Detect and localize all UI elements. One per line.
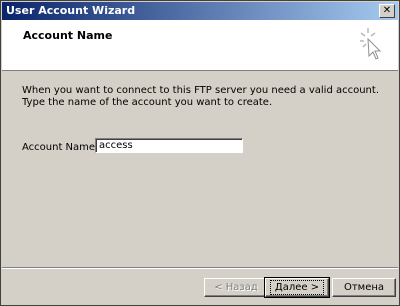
back-button[interactable]: < Назад xyxy=(204,278,268,297)
wizard-sparkle-icon xyxy=(360,28,382,60)
title-bar[interactable]: User Account Wizard ✕ xyxy=(2,2,398,20)
wizard-header: Account Name xyxy=(2,20,398,71)
instructions-text: When you want to connect to this FTP ser… xyxy=(22,85,382,109)
account-name-label: Account Name: xyxy=(22,142,99,153)
instruction-line-2: Type the name of the account you want to… xyxy=(22,97,273,108)
back-button-label: < Назад xyxy=(214,282,258,293)
instruction-line-1: When you want to connect to this FTP ser… xyxy=(22,85,379,96)
account-name-input[interactable]: access xyxy=(95,138,243,153)
cancel-button[interactable]: Отмена xyxy=(332,278,396,297)
page-title: Account Name xyxy=(23,29,113,42)
footer-divider xyxy=(2,267,398,269)
cancel-button-label: Отмена xyxy=(343,282,385,293)
next-button[interactable]: Далее > xyxy=(264,277,330,298)
close-icon[interactable]: ✕ xyxy=(379,4,395,18)
window-title: User Account Wizard xyxy=(6,4,136,17)
wizard-window: User Account Wizard ✕ Account Name When … xyxy=(0,0,400,306)
next-button-label: Далее > xyxy=(269,280,325,295)
